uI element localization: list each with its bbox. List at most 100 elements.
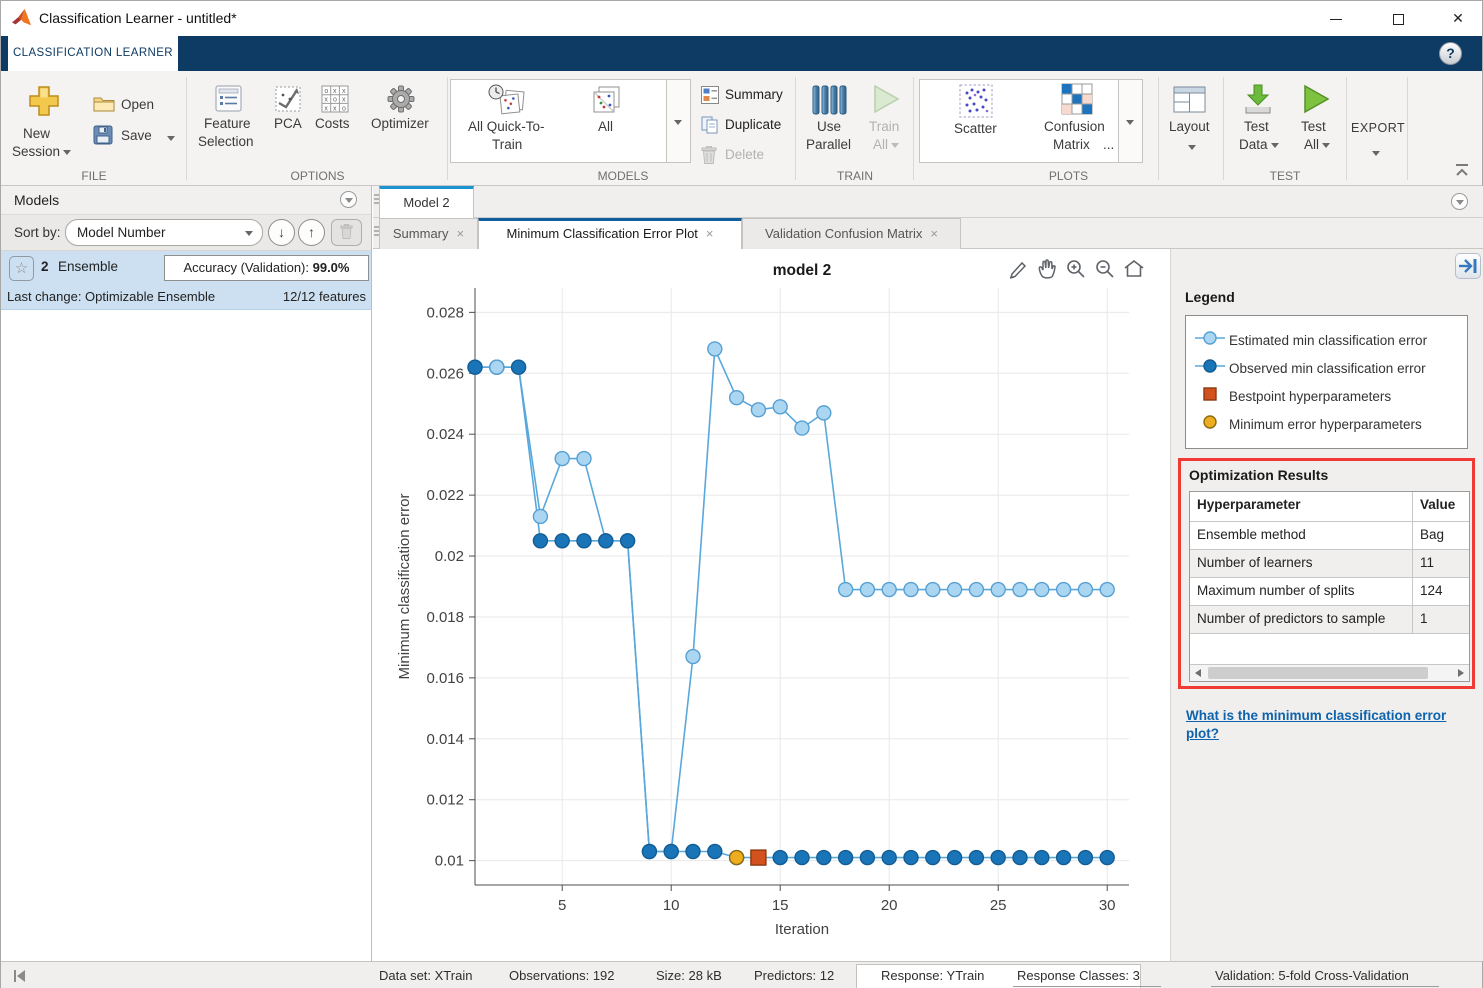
window-title: Classification Learner - untitled* — [39, 10, 237, 26]
plots-gallery-caret-icon — [1126, 120, 1134, 125]
table-row: Number of predictors to sample 1 — [1190, 606, 1469, 634]
layout-caret-icon — [1188, 145, 1196, 150]
train-all-caret-icon — [891, 142, 900, 148]
save-caret-icon[interactable] — [167, 136, 175, 141]
legend-item: Minimum error hyperparameters — [1195, 410, 1467, 438]
chart-toolbar — [1006, 257, 1146, 281]
table-row: Ensemble method Bag — [1190, 522, 1469, 550]
test-data-import-icon — [1243, 83, 1273, 120]
summary-icon — [701, 86, 719, 109]
test-data-caret-icon — [1270, 142, 1279, 148]
ribbon-tab-strip: CLASSIFICATION LEARNER ? — [1, 36, 1482, 71]
home-icon[interactable] — [1122, 257, 1146, 281]
svg-text:0.022: 0.022 — [426, 487, 464, 504]
svg-text:x: x — [333, 105, 337, 112]
title-bar: Classification Learner - untitled* ✕ — [1, 1, 1482, 36]
scroll-right-icon — [1458, 669, 1464, 677]
models-panel-header: Models — [1, 186, 371, 215]
pca-icon — [274, 85, 302, 118]
scroll-left-icon — [1195, 669, 1201, 677]
train-section-label: TRAIN — [837, 169, 873, 183]
svg-text:10: 10 — [663, 897, 680, 914]
svg-text:0.02: 0.02 — [435, 548, 464, 565]
bestpoint-marker-icon — [1195, 386, 1229, 407]
model-card-2[interactable]: ☆ 2 Ensemble Accuracy (Validation): 99.0… — [1, 251, 371, 310]
min-error-plot-svg: 0.01 0.012 0.014 0.016 0.018 0.02 0.022 0.024 0.… — [396, 262, 1129, 938]
confusion-matrix-icon — [1061, 83, 1093, 120]
maximize-button[interactable] — [1381, 5, 1415, 31]
favorite-star-icon[interactable]: ☆ — [9, 256, 34, 281]
svg-text:0.018: 0.018 — [426, 609, 464, 626]
tab-classification-learner[interactable]: CLASSIFICATION LEARNER — [8, 36, 178, 71]
svg-text:x: x — [342, 97, 346, 104]
folder-icon — [93, 95, 115, 117]
observed-marker-icon — [1195, 358, 1229, 379]
sort-by-label: Sort by: — [14, 225, 61, 240]
svg-text:20: 20 — [881, 897, 898, 914]
sort-descending-button[interactable]: ↓ — [268, 219, 295, 246]
plots-gallery-dropdown[interactable] — [1119, 79, 1143, 163]
status-dataset: Data set: XTrain — [379, 968, 473, 983]
sort-by-dropdown[interactable]: Model Number — [65, 219, 263, 246]
svg-text:0.028: 0.028 — [426, 304, 464, 321]
optimization-results-table: Hyperparameter Value Ensemble method Bag … — [1189, 491, 1470, 682]
minimize-button[interactable] — [1319, 5, 1353, 31]
models-panel: Models Sort by: Model Number ↓ ↑ ☆ 2 Ens… — [1, 186, 372, 961]
all-models-icon — [589, 83, 625, 124]
table-row: Maximum number of splits 124 — [1190, 578, 1469, 606]
status-predictors: Predictors: 12 — [754, 968, 835, 983]
collapse-ribbon-icon[interactable] — [1453, 163, 1471, 182]
zoom-in-icon[interactable] — [1064, 257, 1088, 281]
table-horizontal-scrollbar[interactable] — [1190, 664, 1469, 681]
duplicate-icon — [701, 116, 719, 139]
pan-hand-icon[interactable] — [1035, 257, 1059, 281]
svg-text:x: x — [324, 105, 328, 112]
svg-text:o: o — [333, 97, 337, 104]
svg-text:0.014: 0.014 — [426, 731, 464, 748]
svg-text:0.01: 0.01 — [435, 853, 464, 870]
plots-section-label: PLOTS — [1048, 169, 1089, 183]
document-menu-icon[interactable] — [1451, 193, 1468, 210]
svg-text:x: x — [324, 97, 328, 104]
models-panel-menu-icon[interactable] — [340, 191, 357, 208]
close-tab-icon[interactable]: × — [706, 226, 714, 241]
sort-dropdown-caret-icon — [245, 231, 253, 236]
svg-text:Minimum classification error: Minimum classification error — [396, 494, 413, 680]
tab-summary[interactable]: Summary × — [379, 218, 478, 249]
close-tab-icon[interactable]: × — [457, 226, 465, 241]
delete-model-button[interactable] — [331, 219, 362, 246]
tab-validation-confusion-matrix[interactable]: Validation Confusion Matrix × — [742, 218, 961, 249]
svg-text:0.026: 0.026 — [426, 365, 464, 382]
edit-plot-icon[interactable] — [1006, 257, 1030, 281]
zoom-out-icon[interactable] — [1093, 257, 1117, 281]
help-icon[interactable]: ? — [1439, 42, 1462, 65]
train-play-icon — [871, 84, 901, 119]
svg-text:25: 25 — [990, 897, 1007, 914]
scrollbar-thumb[interactable] — [1208, 667, 1428, 679]
collapse-left-panel-icon[interactable] — [11, 968, 27, 987]
layout-icon — [1173, 85, 1206, 119]
tab-minimum-classification-error-plot[interactable]: Minimum Classification Error Plot × — [478, 218, 742, 249]
close-button[interactable]: ✕ — [1441, 5, 1475, 31]
figure-tab-row: Summary × Minimum Classification Error Pl… — [373, 218, 1483, 249]
status-response-classes: Response Classes: 3 — [1017, 968, 1140, 983]
legend-box: Estimated min classification error Obser… — [1185, 315, 1468, 449]
svg-text:5: 5 — [558, 897, 566, 914]
status-response: Response: YTrain — [881, 968, 985, 983]
duplicate-button[interactable]: Duplicate — [697, 113, 793, 139]
svg-text:o: o — [324, 88, 328, 95]
legend-item: Bestpoint hyperparameters — [1195, 382, 1467, 410]
trash-icon — [701, 145, 717, 169]
models-gallery-dropdown[interactable] — [667, 79, 691, 163]
delete-button[interactable]: Delete — [697, 143, 793, 169]
status-validation: Validation: 5-fold Cross-Validation — [1215, 968, 1409, 983]
costs-grid-icon: oxxxoxxxo — [321, 85, 349, 118]
close-tab-icon[interactable]: × — [930, 226, 938, 241]
sort-ascending-button[interactable]: ↑ — [298, 219, 325, 246]
test-all-caret-icon — [1322, 142, 1331, 148]
tab-model-2[interactable]: Model 2 — [379, 186, 474, 218]
legend-item: Observed min classification error — [1195, 354, 1467, 382]
min-error-plot-help-link[interactable]: What is the minimum classification error… — [1186, 707, 1476, 743]
collapse-panel-icon[interactable] — [1455, 253, 1481, 279]
summary-button[interactable]: Summary — [697, 83, 793, 109]
